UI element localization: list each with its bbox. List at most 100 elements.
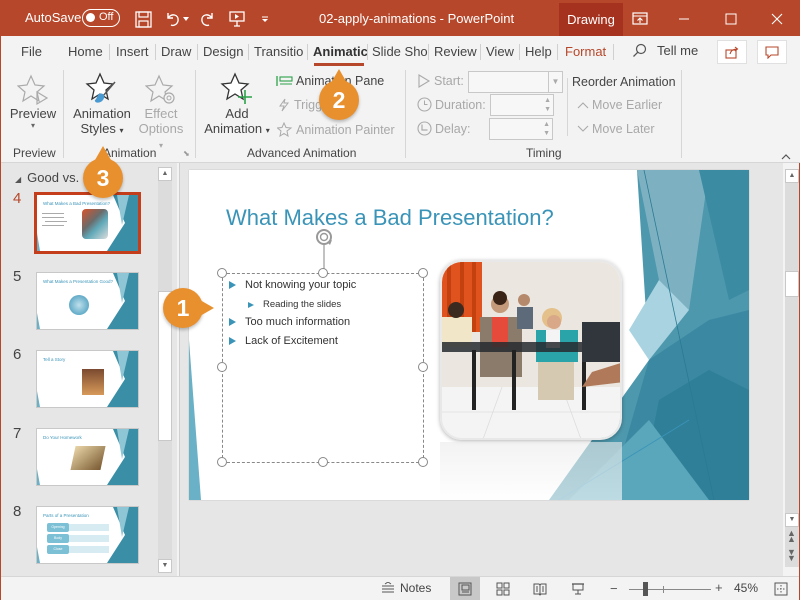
dialog-launcher-icon[interactable]: ⬊: [183, 149, 190, 158]
zoom-in-button[interactable]: +: [715, 580, 723, 595]
normal-view-button[interactable]: [450, 577, 480, 600]
scroll-up-icon[interactable]: ▲: [785, 169, 799, 183]
current-slide[interactable]: What Makes a Bad Presentation? Not knowi…: [189, 170, 749, 500]
customize-qat-icon[interactable]: [254, 8, 276, 30]
resize-handle-top-left[interactable]: [217, 268, 227, 278]
maximize-button[interactable]: [708, 1, 754, 36]
ribbon-display-icon[interactable]: [629, 8, 651, 30]
resize-handle-left[interactable]: [217, 362, 227, 372]
preview-button[interactable]: Preview ▾: [9, 70, 57, 130]
undo-dropdown-icon[interactable]: [181, 8, 191, 30]
bullet-item[interactable]: Too much information: [229, 316, 350, 328]
notes-icon: [382, 582, 394, 593]
reading-view-icon: [533, 583, 547, 596]
bullet-text: Reading the slides: [263, 299, 342, 310]
minimize-button[interactable]: [661, 1, 707, 36]
callout-pointer: [95, 146, 111, 160]
zoom-percent[interactable]: 45%: [734, 581, 758, 595]
tab-separator: [248, 44, 249, 60]
scroll-down-icon[interactable]: ▼: [158, 559, 172, 573]
bullet-textbox[interactable]: Not knowing your topic Reading the slide…: [222, 273, 424, 463]
duration-spinner[interactable]: ▲ ▼: [490, 94, 554, 116]
collapse-ribbon-icon[interactable]: [781, 149, 791, 163]
slide-thumbnail-4[interactable]: What Makes a Bad Presentation?: [34, 192, 141, 254]
editor-scrollbar[interactable]: ▲ ▼ ▲ ▲ ▼ ▼: [785, 169, 799, 567]
bullet-subitem[interactable]: Reading the slides: [248, 299, 341, 310]
slide-thumbnail-6[interactable]: Tell a Story: [36, 350, 139, 408]
autosave-label: AutoSave: [25, 10, 82, 25]
tell-me-search[interactable]: Tell me: [632, 43, 698, 58]
autosave-toggle[interactable]: Off: [82, 9, 120, 27]
tab-draw[interactable]: Draw: [161, 44, 191, 59]
reading-view-button[interactable]: [525, 577, 555, 600]
scroll-down-icon[interactable]: ▼: [785, 513, 799, 527]
slide-show-view-button[interactable]: [563, 577, 593, 600]
notes-button[interactable]: Notes: [381, 581, 431, 595]
move-earlier-button[interactable]: Move Earlier: [577, 98, 662, 112]
tab-transitions[interactable]: Transitio: [254, 44, 303, 59]
bullet-item[interactable]: Not knowing your topic: [229, 279, 356, 291]
slide-thumbnail-5[interactable]: What Makes a Presentation Good?: [36, 272, 139, 330]
slide-photo[interactable]: [440, 260, 622, 440]
delay-spin-icon[interactable]: ▲ ▼: [543, 120, 550, 138]
slide-thumbnail-7[interactable]: Do Your Homework: [36, 428, 139, 486]
tab-review[interactable]: Review: [434, 44, 477, 59]
save-icon[interactable]: [132, 8, 154, 30]
resize-handle-right[interactable]: [418, 362, 428, 372]
animation-styles-button[interactable]: Animation Styles ▾: [69, 70, 135, 136]
tab-home[interactable]: Home: [68, 44, 103, 59]
fit-to-window-button[interactable]: [766, 577, 796, 600]
move-later-button[interactable]: Move Later: [577, 122, 655, 136]
minimize-icon: [679, 18, 689, 19]
tab-insert[interactable]: Insert: [116, 44, 149, 59]
group-label-preview: Preview: [13, 146, 56, 160]
tab-slide-show[interactable]: Slide Sho: [372, 44, 428, 59]
animation-painter-label: Animation Painter: [296, 122, 395, 137]
tab-animations[interactable]: Animatic: [313, 44, 368, 59]
add-animation-button[interactable]: Add Animation ▾: [204, 70, 270, 136]
bullet-item[interactable]: Lack of Excitement: [229, 335, 338, 347]
tab-separator: [480, 44, 481, 60]
slide-thumbnail-8[interactable]: Parts of a Presentation Opening Body Clo…: [36, 506, 139, 564]
next-slide-icon[interactable]: ▼ ▼: [787, 548, 796, 563]
callout-badge-3: 3: [83, 158, 123, 198]
tab-file[interactable]: File: [21, 44, 42, 59]
resize-handle-top[interactable]: [318, 268, 328, 278]
tab-help[interactable]: Help: [525, 44, 552, 59]
thumbnails-scrollbar[interactable]: ▲ ▼: [158, 167, 172, 573]
start-dropdown[interactable]: ▼: [468, 71, 563, 93]
rotate-handle-icon[interactable]: [313, 228, 335, 273]
group-separator: [681, 70, 682, 158]
chevron-down-icon: [577, 125, 589, 132]
animation-painter-button[interactable]: Animation Painter: [277, 122, 395, 137]
zoom-out-button[interactable]: −: [610, 581, 618, 596]
start-play-icon: [418, 74, 431, 88]
resize-handle-bottom-left[interactable]: [217, 457, 227, 467]
zoom-slider-thumb[interactable]: [642, 582, 648, 596]
tab-view[interactable]: View: [486, 44, 514, 59]
slide-thumbnails-panel: ◢ Good vs. Bad 4 What Makes a Bad Present…: [1, 163, 177, 576]
tab-separator: [307, 44, 308, 60]
share-button[interactable]: [717, 40, 747, 64]
effect-options-button[interactable]: Effect Options ▾: [135, 70, 187, 151]
present-icon[interactable]: [226, 8, 248, 30]
animation-styles-icon: [69, 70, 135, 106]
resize-handle-bottom[interactable]: [318, 457, 328, 467]
previous-slide-icon[interactable]: ▲ ▲: [787, 529, 796, 544]
duration-spin-icon[interactable]: ▲ ▼: [544, 96, 551, 114]
tab-format[interactable]: Format: [565, 44, 606, 59]
resize-handle-bottom-right[interactable]: [418, 457, 428, 467]
comments-button[interactable]: [757, 40, 787, 64]
close-button[interactable]: [754, 1, 800, 36]
effect-options-icon: [135, 70, 187, 106]
resize-handle-top-right[interactable]: [418, 268, 428, 278]
tab-design[interactable]: Design: [203, 44, 243, 59]
redo-icon[interactable]: [196, 8, 218, 30]
scrollbar-thumb[interactable]: [785, 271, 799, 297]
zoom-slider-track[interactable]: [629, 589, 711, 590]
group-label-animation: Animation: [103, 146, 157, 160]
scroll-up-icon[interactable]: ▲: [158, 167, 172, 181]
slide-sorter-view-button[interactable]: [488, 577, 518, 600]
delay-spinner[interactable]: ▲ ▼: [489, 118, 553, 140]
slide-title[interactable]: What Makes a Bad Presentation?: [226, 205, 554, 231]
